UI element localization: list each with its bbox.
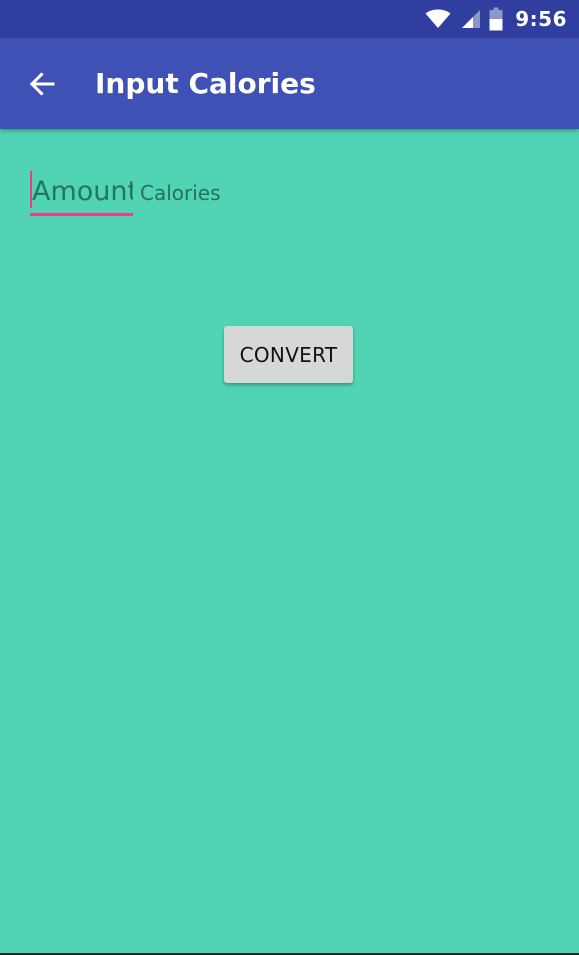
status-time: 9:56 [515,7,567,31]
amount-input[interactable] [30,169,133,213]
main-content: Calories CONVERT [0,129,579,955]
unit-label: Calories [140,181,221,205]
amount-field[interactable] [30,169,133,217]
cellular-signal-icon [462,10,481,28]
battery-icon [489,7,503,31]
page-title: Input Calories [95,67,316,100]
wifi-icon [425,9,451,28]
text-cursor [30,171,32,208]
amount-underline [30,213,133,216]
back-button[interactable] [20,62,64,106]
status-bar: 9:56 [0,0,579,38]
status-icons: 9:56 [425,5,567,33]
app-bar: Input Calories [0,38,579,129]
arrow-left-icon [29,72,55,96]
convert-button[interactable]: CONVERT [224,326,353,383]
